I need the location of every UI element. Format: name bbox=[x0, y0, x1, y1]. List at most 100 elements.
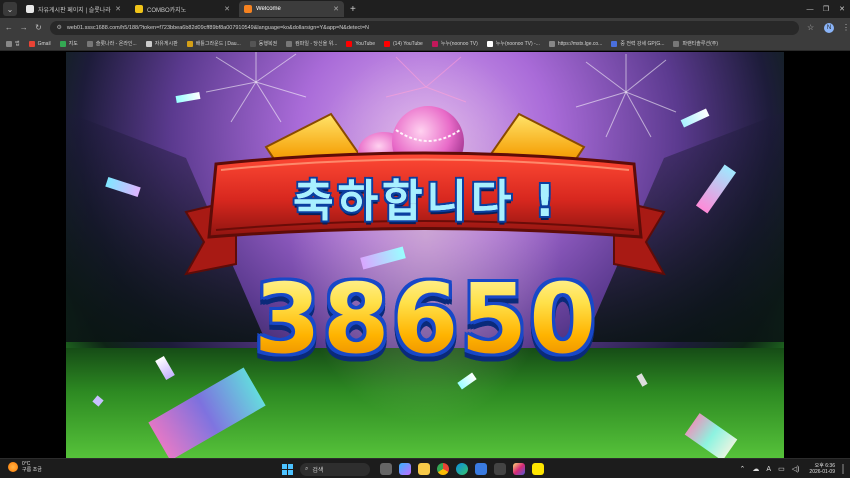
url-text: web01.sssc1688.com/h5/188/?token=f723bbe… bbox=[66, 24, 370, 31]
bookmark-favicon-icon bbox=[346, 40, 353, 47]
bookmark-label: 지도 bbox=[68, 41, 78, 47]
windows-start-icon[interactable] bbox=[282, 463, 293, 475]
bookmark-item[interactable]: Gmail bbox=[28, 40, 51, 47]
bookmark-label: 배틀그라운드 | Dau... bbox=[195, 41, 241, 47]
bookmark-label: 슬롯나라 - 온라인... bbox=[95, 41, 137, 47]
bookmark-label: https://mstx.lge.co... bbox=[557, 40, 603, 47]
app-icon[interactable] bbox=[494, 463, 506, 475]
tab-title: Welcome bbox=[256, 6, 281, 12]
clock[interactable]: 오후 6:36 2026-01-09 bbox=[809, 463, 835, 475]
reload-icon[interactable]: ↻ bbox=[33, 23, 45, 32]
kebab-menu-icon[interactable]: ⋮ bbox=[842, 23, 850, 32]
bookmark-item[interactable]: https://mstx.lge.co... bbox=[548, 40, 603, 47]
site-info-icon[interactable]: ⚙ bbox=[56, 24, 61, 31]
notification-icon[interactable] bbox=[842, 464, 844, 474]
search-label: 검색 bbox=[312, 467, 324, 474]
bookmark-item[interactable]: 자유게시판 bbox=[145, 40, 178, 47]
tab-2[interactable]: Welcome ✕ bbox=[239, 1, 344, 17]
bookmark-item[interactable]: 누누(noonoo TV) -... bbox=[486, 40, 540, 47]
tab-title: COMBO카지노 bbox=[147, 7, 187, 14]
store-icon[interactable] bbox=[475, 463, 487, 475]
weather-desc: 구름 조금 bbox=[22, 467, 42, 473]
network-icon[interactable]: ▭ bbox=[778, 465, 785, 473]
bookmark-favicon-icon bbox=[548, 40, 555, 47]
bookmark-item[interactable]: YouTube bbox=[346, 40, 375, 47]
back-icon[interactable]: ← bbox=[3, 23, 15, 32]
bookmark-label: 자유게시판 bbox=[154, 41, 178, 47]
bookmark-item[interactable]: 지도 bbox=[59, 40, 78, 47]
bookmark-favicon-icon bbox=[286, 40, 293, 47]
close-icon[interactable]: ✕ bbox=[224, 5, 230, 13]
banner-artwork bbox=[184, 106, 666, 276]
bookmark-favicon-icon bbox=[86, 40, 93, 47]
page-viewport: 축하합니다 ! 38650 bbox=[0, 52, 850, 458]
new-tab-button[interactable]: + bbox=[350, 4, 356, 15]
tab-title: 자유게시판 페이지 | 슬롯나라 bbox=[38, 7, 111, 14]
search-icon: ⌕ bbox=[305, 465, 309, 472]
weather-widget[interactable]: 0°C 구름 조금 bbox=[8, 461, 42, 473]
cloud-icon[interactable]: ☁ bbox=[752, 465, 759, 473]
window-close-icon[interactable]: ✕ bbox=[834, 0, 850, 18]
tab-favicon bbox=[26, 5, 34, 13]
kakaotalk-icon[interactable] bbox=[532, 463, 544, 475]
input-language[interactable]: A bbox=[766, 466, 771, 473]
bookmark-favicon-icon bbox=[384, 40, 390, 47]
tab-1[interactable]: COMBO카지노 ✕ bbox=[130, 1, 235, 17]
window-controls: — ❐ ✕ bbox=[802, 0, 850, 18]
bookmark-label: 중 전력 강세 GP(G... bbox=[620, 41, 665, 47]
edge-icon[interactable] bbox=[456, 463, 468, 475]
weather-sun-icon bbox=[8, 462, 18, 472]
tab-strip: ⌄ 자유게시판 페이지 | 슬롯나라 ✕ COMBO카지노 ✕ Welcome … bbox=[0, 0, 850, 18]
bookmark-label: 앱 bbox=[15, 41, 20, 47]
address-bar[interactable]: ⚙ web01.sssc1688.com/h5/188/?token=f723b… bbox=[50, 20, 799, 35]
taskbar-apps: ⌕ 검색 bbox=[282, 461, 551, 477]
bookmark-favicon-icon bbox=[249, 40, 256, 47]
chevron-up-icon[interactable]: ⌃ bbox=[740, 465, 746, 473]
bookmark-favicon-icon bbox=[28, 40, 35, 47]
bookmark-item[interactable]: 앱 bbox=[6, 40, 20, 47]
bookmark-label: YouTube bbox=[355, 40, 375, 47]
chrome-icon[interactable] bbox=[437, 463, 449, 475]
task-view-icon[interactable] bbox=[380, 463, 392, 475]
bookmark-favicon-icon bbox=[431, 40, 438, 47]
volume-icon[interactable]: ◁) bbox=[792, 465, 800, 473]
bookmark-item[interactable]: 파랜티솔루션(주) bbox=[673, 40, 718, 47]
clock-date: 2026-01-09 bbox=[809, 469, 835, 475]
browser-toolbar: ← → ↻ ⚙ web01.sssc1688.com/h5/188/?token… bbox=[0, 18, 850, 37]
instagram-icon[interactable] bbox=[513, 463, 525, 475]
forward-icon[interactable]: → bbox=[18, 23, 30, 32]
close-icon[interactable]: ✕ bbox=[333, 5, 339, 13]
file-explorer-icon[interactable] bbox=[418, 463, 430, 475]
bookmark-label: Gmail bbox=[37, 40, 51, 47]
bookmark-star-icon[interactable]: ☆ bbox=[807, 23, 814, 32]
bookmark-item[interactable]: (14) YouTube bbox=[384, 40, 423, 47]
bookmark-item[interactable]: 누누(noonoo TV) bbox=[431, 40, 478, 47]
bookmark-label: 누누(noonoo TV) -... bbox=[495, 41, 540, 47]
game-canvas[interactable]: 축하합니다 ! 38650 bbox=[66, 52, 784, 458]
bookmark-favicon-icon bbox=[486, 40, 493, 47]
bookmark-item[interactable]: 컴파일 - 당신을 위... bbox=[286, 40, 337, 47]
bookmark-favicon-icon bbox=[611, 40, 618, 47]
bookmark-label: (14) YouTube bbox=[393, 40, 423, 47]
tab-favicon bbox=[244, 5, 252, 13]
close-icon[interactable]: ✕ bbox=[115, 5, 121, 13]
minimize-icon[interactable]: — bbox=[802, 0, 818, 18]
bookmark-item[interactable]: 중 전력 강세 GP(G... bbox=[611, 40, 664, 47]
bookmark-favicon-icon bbox=[59, 40, 66, 47]
windows-taskbar: 0°C 구름 조금 ⌕ 검색 ⌃ ☁ A ▭ ◁) 오후 6:36 2026-0… bbox=[0, 458, 850, 478]
system-tray: ⌃ ☁ A ▭ ◁) 오후 6:36 2026-01-09 bbox=[733, 461, 844, 477]
bookmark-item[interactable]: 슬롯나라 - 온라인... bbox=[86, 40, 137, 47]
tab-0[interactable]: 자유게시판 페이지 | 슬롯나라 ✕ bbox=[21, 1, 126, 17]
bookmark-item[interactable]: 배틀그라운드 | Dau... bbox=[186, 40, 241, 47]
bookmark-favicon-icon bbox=[145, 40, 152, 47]
bookmark-label: 파랜티솔루션(주) bbox=[682, 41, 718, 47]
bookmark-label: 동행복권 bbox=[258, 41, 278, 47]
profile-avatar[interactable]: N bbox=[824, 22, 834, 33]
maximize-icon[interactable]: ❐ bbox=[818, 0, 834, 18]
taskbar-search[interactable]: ⌕ 검색 bbox=[300, 462, 370, 476]
bookmark-item[interactable]: 동행복권 bbox=[249, 40, 278, 47]
tab-search-button[interactable]: ⌄ bbox=[3, 2, 17, 16]
bookmark-label: 컴파일 - 당신을 위... bbox=[295, 41, 338, 47]
win-amount: 38650 bbox=[216, 263, 636, 375]
copilot-icon[interactable] bbox=[399, 463, 411, 475]
